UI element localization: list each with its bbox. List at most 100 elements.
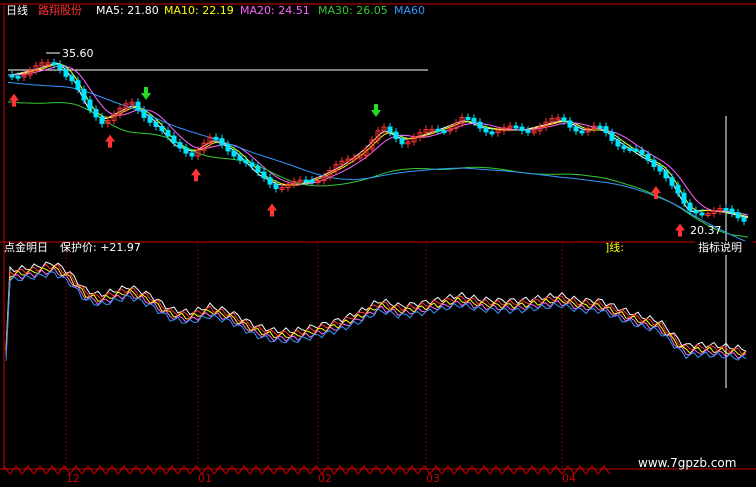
candle-body bbox=[189, 152, 195, 157]
sell-arrow-icon bbox=[141, 87, 151, 100]
signal-arrows bbox=[9, 87, 685, 237]
candle-body bbox=[525, 129, 531, 133]
candle-body bbox=[615, 139, 621, 147]
candle-body bbox=[219, 138, 225, 146]
moving-average-lines bbox=[7, 62, 749, 243]
candle-body bbox=[171, 135, 177, 144]
candle-body bbox=[135, 101, 141, 111]
candle-body bbox=[183, 147, 189, 154]
candle-body bbox=[93, 109, 99, 118]
candle-body bbox=[627, 148, 633, 152]
buy-arrow-icon bbox=[9, 93, 19, 107]
candle-body bbox=[597, 125, 603, 129]
candle-body bbox=[471, 117, 477, 123]
candle-body bbox=[741, 217, 747, 222]
candle-body bbox=[273, 183, 279, 189]
chart-canvas: 12 01 02 03 04 日线 路翔股份 MA5: 21.80 MA10: 22.1… bbox=[0, 3, 756, 485]
axis-zigzag bbox=[3, 465, 611, 475]
period-label: 日线 bbox=[6, 3, 28, 17]
candle-body bbox=[213, 136, 219, 140]
help-button[interactable]: 指标说明 bbox=[698, 240, 742, 254]
candle-body bbox=[441, 130, 447, 134]
candle-body bbox=[513, 125, 519, 129]
candle-body bbox=[729, 208, 735, 214]
indicator-lines bbox=[5, 261, 747, 361]
candle-body bbox=[687, 202, 693, 211]
candle-body bbox=[519, 126, 525, 131]
low-price-label: 20.37 bbox=[690, 224, 722, 237]
buy-arrow-icon bbox=[191, 168, 201, 182]
buy-arrow-icon bbox=[105, 134, 115, 148]
protect-price-label: 保护价: +21.97 bbox=[60, 240, 141, 254]
candle-body bbox=[9, 74, 15, 78]
candle-body bbox=[387, 126, 393, 133]
candle-body bbox=[147, 116, 153, 123]
candle-body bbox=[579, 130, 585, 134]
candle-body bbox=[75, 80, 81, 90]
indicator-title: 点金明日 bbox=[4, 240, 48, 254]
indicator-right-label: ]线: bbox=[605, 240, 624, 254]
candle-body bbox=[153, 121, 159, 127]
candle-body bbox=[261, 171, 267, 179]
candle-body bbox=[699, 212, 705, 216]
candle-body bbox=[159, 125, 165, 132]
candle-body bbox=[393, 131, 399, 140]
candle-body bbox=[165, 130, 171, 137]
candle-body bbox=[81, 88, 87, 101]
sell-arrow-icon bbox=[371, 104, 381, 117]
ma5-label: MA5: 21.80 bbox=[96, 4, 159, 17]
candle-body bbox=[621, 145, 627, 150]
candle-body bbox=[267, 177, 273, 185]
ma30-label: MA30: 26.05 bbox=[318, 4, 388, 17]
candlesticks bbox=[9, 58, 747, 226]
candle-body bbox=[141, 109, 147, 118]
candle-body bbox=[309, 179, 315, 183]
candle-body bbox=[435, 128, 441, 132]
candle-body bbox=[561, 117, 567, 122]
candle-body bbox=[69, 75, 75, 82]
ma60-label: MA60 bbox=[394, 4, 425, 17]
month-tick-label: 03 bbox=[426, 472, 440, 485]
candle-body bbox=[669, 177, 675, 186]
candle-body bbox=[399, 138, 405, 145]
time-axis: 12 01 02 03 04 bbox=[3, 242, 611, 485]
candle-body bbox=[477, 121, 483, 129]
month-tick-label: 12 bbox=[66, 472, 80, 485]
candle-body bbox=[657, 166, 663, 172]
indicator-line bbox=[5, 261, 747, 352]
month-tick-label: 02 bbox=[318, 472, 332, 485]
candle-body bbox=[303, 179, 309, 183]
candle-body bbox=[651, 159, 657, 168]
ma10-label: MA10: 22.19 bbox=[164, 4, 234, 17]
candle-body bbox=[609, 132, 615, 141]
month-tick-label: 01 bbox=[198, 472, 212, 485]
ma20-label: MA20: 24.51 bbox=[240, 4, 310, 17]
candle-body bbox=[87, 99, 93, 111]
buy-arrow-icon bbox=[675, 223, 685, 237]
candle-body bbox=[681, 192, 687, 204]
candle-body bbox=[645, 153, 651, 161]
candle-body bbox=[225, 144, 231, 152]
candle-body bbox=[255, 165, 261, 173]
candle-body bbox=[723, 208, 729, 212]
candle-body bbox=[735, 212, 741, 219]
buy-arrow-icon bbox=[267, 203, 277, 217]
candle-body bbox=[231, 150, 237, 157]
ma30-line bbox=[7, 101, 749, 238]
candle-body bbox=[177, 142, 183, 149]
candle-body bbox=[675, 184, 681, 194]
high-price-label: 35.60 bbox=[62, 47, 94, 60]
candle-body bbox=[603, 126, 609, 134]
watermark: www.7gpzb.com bbox=[638, 456, 736, 470]
stock-chart: 12 01 02 03 04 日线 路翔股份 MA5: 21.80 MA10: 22.1… bbox=[0, 0, 756, 487]
candle-body bbox=[99, 116, 105, 125]
candle-body bbox=[633, 148, 639, 152]
candle-body bbox=[15, 75, 21, 79]
candle-body bbox=[573, 126, 579, 132]
stock-name: 路翔股份 bbox=[38, 3, 82, 17]
candle-body bbox=[663, 170, 669, 179]
candle-body bbox=[639, 149, 645, 155]
candle-body bbox=[483, 127, 489, 133]
candle-body bbox=[57, 63, 63, 70]
candle-body bbox=[465, 116, 471, 120]
